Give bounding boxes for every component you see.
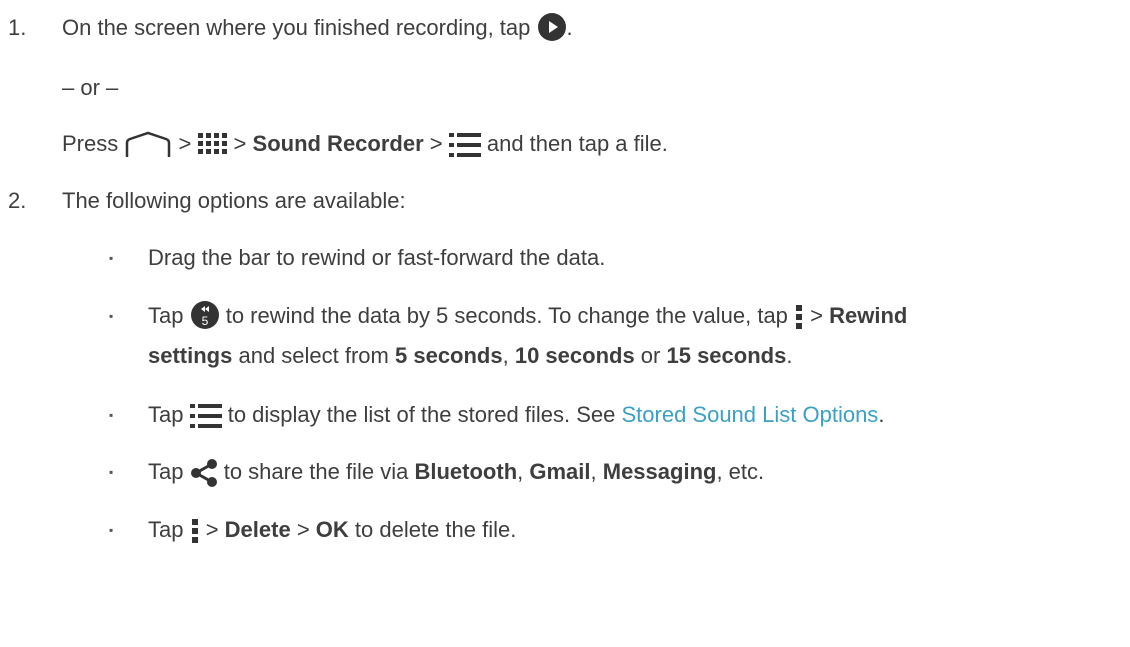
list-item: ▪ Tap to share the file via Bluetooth, G…	[0, 457, 1130, 488]
bullet-marker: ▪	[109, 408, 114, 422]
menu-icon	[794, 304, 804, 330]
step-text: The following options are available:	[62, 188, 406, 213]
list-item: ▪ Drag the bar to rewind or fast-forward…	[0, 243, 1130, 273]
list-icon	[189, 403, 222, 429]
menu-icon	[190, 518, 200, 544]
bullet-marker: ▪	[109, 523, 114, 537]
bullet-marker: ▪	[109, 251, 114, 265]
play-button-icon	[537, 12, 567, 42]
stored-sound-list-options-link[interactable]: Stored Sound List Options	[621, 402, 878, 427]
list-item: ▪ Tap 5 to rewind the data by 5 seconds.…	[0, 301, 1130, 331]
list-item: ▪ Tap > Delete > OK to delete the file.	[0, 515, 1130, 545]
rewind-seconds-label: 5	[201, 314, 208, 328]
bullet-marker: ▪	[109, 465, 114, 479]
rewind-5-icon: 5	[190, 300, 220, 330]
step-text: On the screen where you finished recordi…	[62, 13, 573, 44]
list-icon	[448, 132, 481, 158]
step-number: 1.	[8, 15, 27, 40]
home-icon	[124, 131, 172, 159]
share-icon	[190, 458, 218, 488]
list-item: ▪ Tap to display the list of the stored …	[0, 400, 1130, 430]
instructions-document: 1. On the screen where you finished reco…	[0, 0, 1130, 647]
apps-grid-icon	[197, 132, 228, 158]
step-1: 1. On the screen where you finished reco…	[0, 13, 1130, 43]
bullet-marker: ▪	[109, 309, 114, 323]
app-name: Sound Recorder	[252, 131, 424, 156]
step-1-alternative: Press > > Sound Recorder > and then tap …	[0, 129, 1130, 159]
step-number: 2.	[8, 188, 27, 213]
list-item-continuation: settings and select from 5 seconds, 10 s…	[148, 343, 793, 368]
